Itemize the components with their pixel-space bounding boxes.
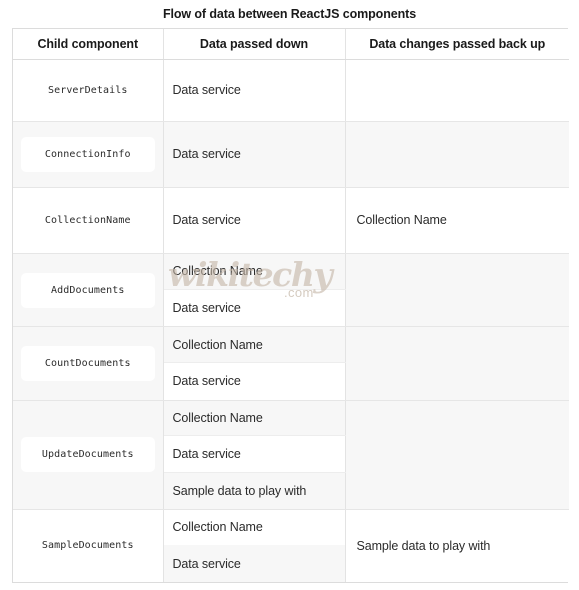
passed-back-up-cell	[345, 59, 569, 122]
passed-back-up-cell: Collection Name	[345, 187, 569, 254]
column-header-child-component: Child component	[13, 29, 164, 60]
table-row: ConnectionInfo Data service	[13, 121, 569, 188]
passed-down-cell: Collection Name	[163, 253, 346, 290]
passed-back-up-cell	[345, 326, 569, 401]
component-cell: ConnectionInfo	[13, 121, 164, 188]
flow-table: Child component Data passed down Data ch…	[13, 29, 569, 582]
column-header-data-passed-down: Data passed down	[163, 29, 346, 60]
passed-down-cell: Collection Name	[163, 400, 346, 437]
passed-down-cell: Data service	[163, 435, 346, 473]
component-cell: CollectionName	[13, 187, 164, 254]
passed-down-cell: Data service	[163, 545, 346, 582]
table-body: ServerDetails Data service ConnectionInf…	[13, 59, 569, 582]
passed-down-cell: Collection Name	[163, 509, 346, 546]
table-row: AddDocuments Collection Name	[13, 253, 569, 328]
component-name: CountDocuments	[21, 345, 155, 381]
component-cell: CountDocuments	[13, 326, 164, 401]
figure-title: Flow of data between ReactJS components	[162, 7, 417, 21]
passed-down-cell: Data service	[163, 187, 346, 254]
header-row: Child component Data passed down Data ch…	[13, 29, 569, 60]
passed-down-cell: Data service	[163, 289, 346, 328]
component-name: CollectionName	[44, 214, 131, 226]
passed-back-up-cell: Sample data to play with	[356, 538, 491, 553]
column-header-data-changes-passed-back-up: Data changes passed back up	[345, 29, 569, 60]
component-cell: UpdateDocuments	[13, 400, 164, 510]
flow-table-container: Child component Data passed down Data ch…	[12, 28, 569, 583]
table-row: CollectionName Data service Collection N…	[13, 187, 569, 254]
passed-down-cell: Sample data to play with	[163, 472, 346, 510]
component-cell: AddDocuments	[13, 253, 164, 328]
passed-back-up-cell	[345, 121, 569, 188]
component-name: UpdateDocuments	[21, 437, 155, 473]
passed-back-up-cell	[345, 400, 569, 510]
table-row: ServerDetails Data service	[13, 59, 569, 122]
component-cell: SampleDocuments	[13, 509, 164, 582]
table-row: UpdateDocuments Collection Name	[13, 400, 569, 510]
passed-down-cell: Collection Name	[163, 326, 346, 363]
table-header: Child component Data passed down Data ch…	[13, 29, 569, 60]
passed-back-up-cell	[345, 253, 569, 328]
passed-down-cell: Data service	[163, 362, 346, 401]
component-name: ServerDetails	[47, 84, 128, 96]
component-name: ConnectionInfo	[21, 136, 155, 172]
passed-down-cell: Data service	[163, 121, 346, 188]
table-row: CountDocuments Collection Name	[13, 326, 569, 401]
component-name: SampleDocuments	[41, 540, 134, 552]
component-name: AddDocuments	[21, 272, 155, 308]
component-cell: ServerDetails	[13, 59, 164, 122]
table-row: SampleDocuments Collection Name Sample d…	[13, 509, 569, 582]
figure-container: Flow of data between ReactJS components …	[0, 0, 579, 590]
passed-down-cell: Data service	[163, 59, 346, 122]
